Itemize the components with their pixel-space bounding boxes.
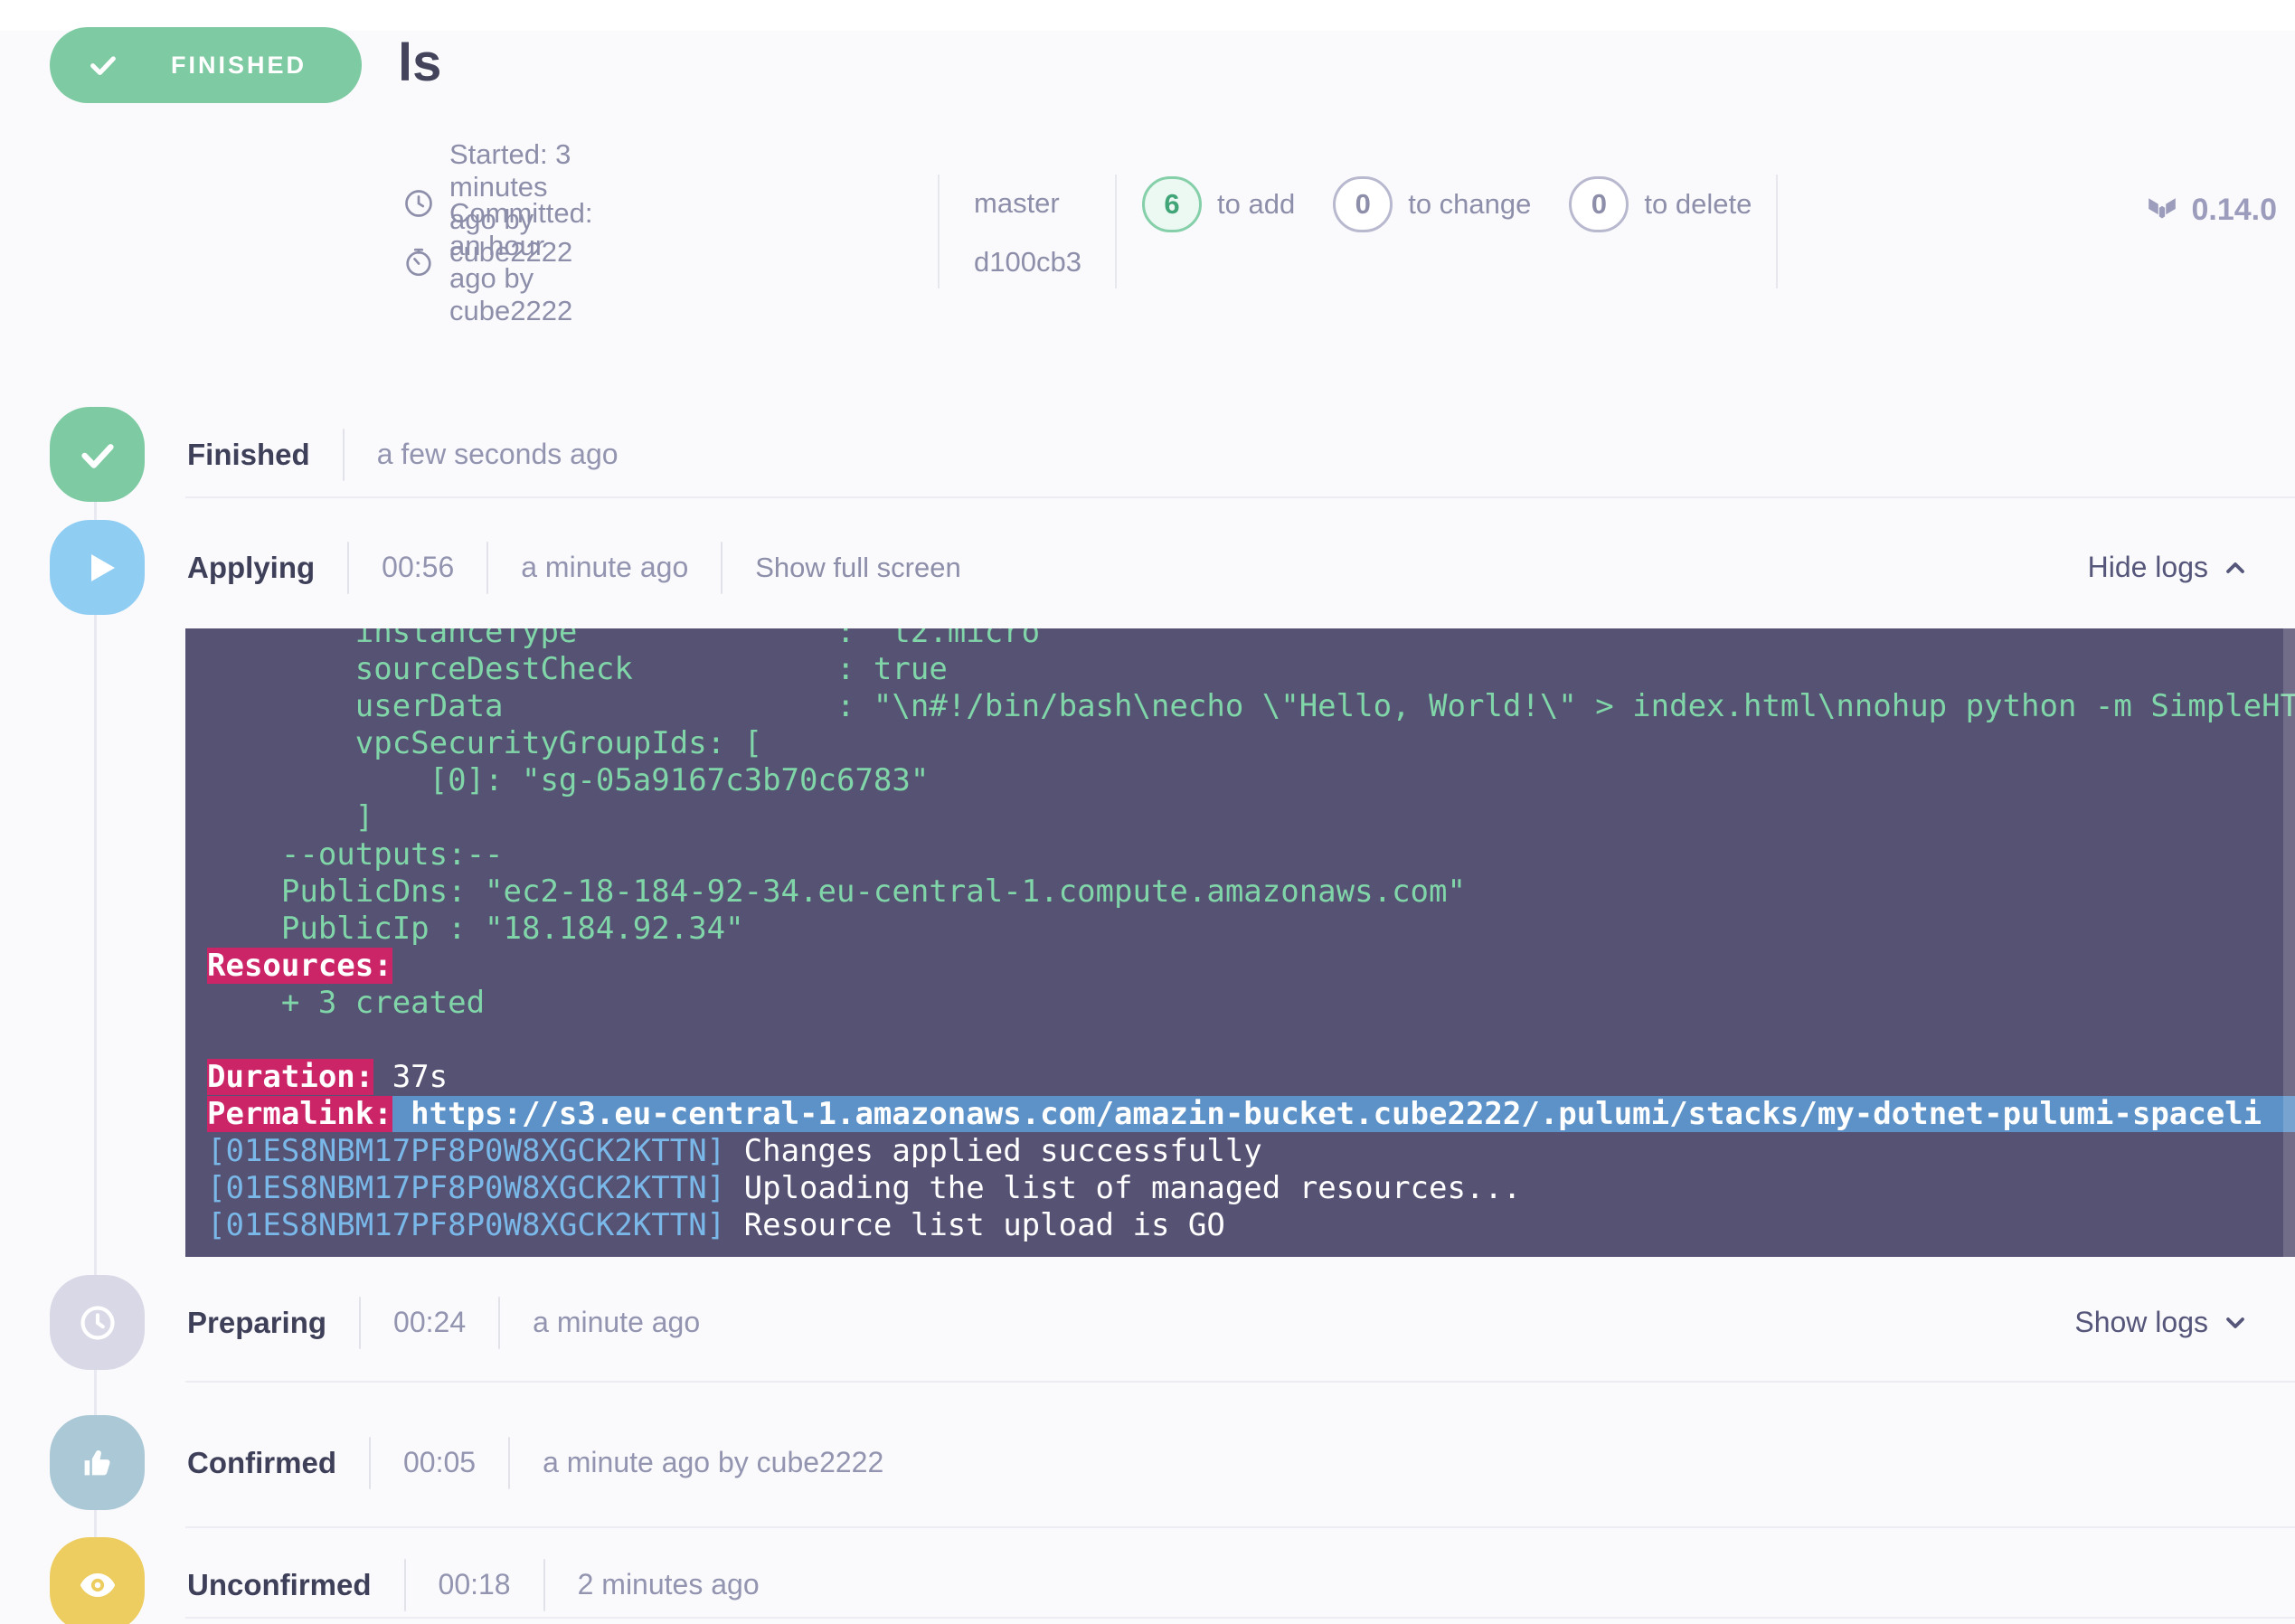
check-icon: [88, 50, 118, 80]
to-change-count: 0: [1333, 176, 1393, 232]
run-detail-page: FINISHED ls Started: 3 minutes ago by cu…: [0, 0, 2295, 1624]
to-delete-label: to delete: [1644, 188, 1752, 220]
log-line: Resources:: [207, 948, 392, 984]
log-line: --outputs:--: [207, 836, 504, 873]
stage-label: Preparing: [187, 1305, 327, 1339]
clock-icon: [50, 1275, 145, 1370]
status-badge-label: FINISHED: [171, 51, 307, 79]
divider: [347, 541, 350, 594]
log-line: [01ES8NBM17PF8P0W8XGCK2KTTN] Changes app…: [207, 1133, 1262, 1169]
eye-icon: [50, 1537, 145, 1624]
log-line: Permalink: https://s3.eu-central-1.amazo…: [207, 1096, 2295, 1133]
to-delete-count: 0: [1569, 176, 1629, 232]
divider: [498, 1296, 501, 1349]
divider: [508, 1436, 511, 1489]
to-delete-counter: 0 to delete: [1569, 176, 1752, 232]
stopwatch-icon: [402, 246, 435, 279]
show-full-screen-button[interactable]: Show full screen: [755, 552, 960, 584]
stage-time: a minute ago: [521, 551, 689, 583]
stage-label: Confirmed: [187, 1445, 336, 1479]
divider: [185, 1617, 2295, 1619]
terraform-icon: [2146, 194, 2178, 226]
divider: [342, 428, 345, 481]
stage-time: a minute ago by cube2222: [543, 1446, 884, 1478]
thumbs-up-icon: [50, 1415, 145, 1510]
committed-text: Committed: an hour ago by cube2222: [449, 197, 593, 326]
to-add-count: 6: [1142, 176, 1202, 232]
stage-label: Finished: [187, 437, 310, 471]
stage-duration: 00:05: [403, 1446, 477, 1478]
timeline-row-unconfirmed: Unconfirmed 00:18 2 minutes ago: [50, 1537, 2295, 1624]
terraform-version: 0.14.0: [2146, 185, 2277, 234]
clock-icon: [402, 187, 435, 220]
log-line: Duration: 37s: [207, 1059, 449, 1095]
chevron-down-icon: [2221, 1308, 2250, 1337]
log-text: instanceType : "t2.micro" sourceDestChec…: [185, 628, 2295, 1244]
log-scrollbar[interactable]: [2283, 628, 2295, 1257]
divider: [543, 1558, 545, 1611]
stage-duration: 00:56: [382, 551, 455, 583]
log-line: userData : "\n#!/bin/bash\necho \"Hello,…: [354, 688, 2295, 724]
divider: [1776, 175, 1778, 288]
log-line: PublicDns: "ec2-18-184-92-34.eu-central-…: [207, 873, 1466, 910]
divider: [403, 1558, 406, 1611]
show-logs-button[interactable]: Show logs: [2074, 1306, 2295, 1339]
log-line: vpcSecurityGroupIds: [: [207, 725, 763, 761]
log-line: [0]: "sg-05a9167c3b70c6783": [207, 762, 930, 798]
log-line: sourceDestCheck : true: [207, 651, 948, 687]
to-add-counter: 6 to add: [1142, 176, 1295, 232]
chevron-up-icon: [2221, 553, 2250, 582]
hide-logs-button[interactable]: Hide logs: [2088, 551, 2295, 584]
page-title: ls: [398, 33, 442, 92]
play-icon: [50, 520, 145, 615]
stage-time: a minute ago: [533, 1306, 701, 1338]
show-logs-label: Show logs: [2074, 1306, 2208, 1338]
to-change-label: to change: [1408, 188, 1532, 220]
status-badge: FINISHED: [50, 27, 362, 103]
commit-sha: d100cb3: [974, 246, 1081, 278]
to-add-label: to add: [1217, 188, 1296, 220]
log-line: + 3 created: [207, 985, 486, 1021]
hide-logs-label: Hide logs: [2087, 551, 2208, 583]
log-output[interactable]: instanceType : "t2.micro" sourceDestChec…: [185, 628, 2295, 1257]
divider: [1115, 175, 1117, 288]
stage-label: Applying: [187, 550, 316, 584]
timeline-row-finished: Finished a few seconds ago: [50, 407, 2295, 502]
divider: [369, 1436, 371, 1489]
log-line: ]: [207, 799, 374, 836]
divider: [721, 541, 723, 594]
divider: [359, 1296, 362, 1349]
divider: [185, 1381, 2295, 1383]
to-change-counter: 0 to change: [1333, 176, 1531, 232]
stage-duration: 00:24: [393, 1306, 467, 1338]
timeline-row-applying: Applying 00:56 a minute ago Show full sc…: [50, 520, 2295, 615]
change-counters: 6 to add 0 to change 0 to delete: [1142, 175, 1770, 234]
finished-check-icon: [50, 407, 145, 502]
log-line: PublicIp : "18.184.92.34": [207, 911, 744, 947]
divider: [185, 496, 2295, 498]
log-line: [01ES8NBM17PF8P0W8XGCK2KTTN] Resource li…: [207, 1207, 1225, 1243]
divider: [486, 541, 489, 594]
timeline-row-confirmed: Confirmed 00:05 a minute ago by cube2222: [50, 1415, 2295, 1510]
timeline-row-preparing: Preparing 00:24 a minute ago Show logs: [50, 1275, 2295, 1370]
log-line: instanceType : "t2.micro": [207, 628, 1059, 650]
stage-duration: 00:18: [438, 1568, 511, 1600]
divider: [938, 175, 940, 288]
terraform-version-number: 0.14.0: [2191, 192, 2277, 227]
stage-time: 2 minutes ago: [577, 1568, 760, 1600]
divider: [185, 1526, 2295, 1528]
stage-label: Unconfirmed: [187, 1567, 372, 1601]
log-line: [01ES8NBM17PF8P0W8XGCK2KTTN] Uploading t…: [207, 1170, 1522, 1206]
stage-time: a few seconds ago: [376, 438, 619, 470]
branch-name: master: [974, 187, 1060, 219]
top-strip: [0, 0, 2295, 31]
